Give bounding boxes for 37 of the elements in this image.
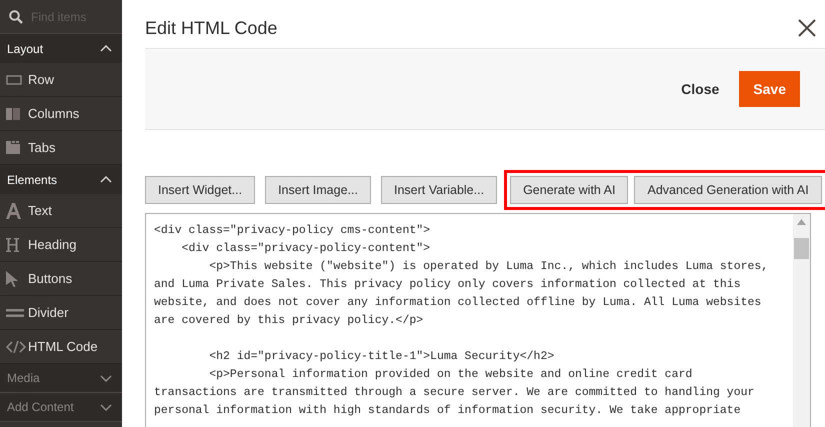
code-text: <div class="privacy-policy cms-content"> <div class="privacy-policy-content"> <p>This website ("website") is operated by Luma Inc., which includes Luma stores, and Luma Private Sales. This privacy policy only covers information collected at this website, and does not cover any information collected offline by Luma. All Luma websites are covered by this privacy policy.</p> <h2 id="privacy-policy-title-1">Luma Security</h2> <p>Personal information provided on the website and online credit card transactions are transmitted through a secure server. We are committed to handling your personal information with high standards of information security. We take appropriate bbox=[154, 223, 770, 419]
columns-icon bbox=[6, 108, 20, 120]
chevron-up-icon bbox=[100, 45, 112, 52]
scroll-thumb[interactable] bbox=[794, 238, 809, 259]
sidebar-item[interactable]: Columns bbox=[0, 97, 122, 131]
chevron-up-icon bbox=[100, 176, 112, 183]
code-icon bbox=[6, 340, 26, 352]
scroll-up-icon[interactable] bbox=[797, 219, 806, 225]
section-header[interactable]: Add Content bbox=[0, 393, 122, 422]
ai-button[interactable]: Advanced Generation with AI bbox=[634, 176, 822, 204]
sidebar-item[interactable]: Buttons bbox=[0, 262, 122, 296]
cursor-icon bbox=[6, 270, 18, 286]
insert-button[interactable]: Insert Image... bbox=[265, 176, 371, 204]
ai-button[interactable]: Generate with AI bbox=[510, 176, 628, 204]
chevron-down-icon bbox=[100, 374, 112, 382]
close-icon[interactable] bbox=[797, 18, 817, 38]
tabs-icon bbox=[6, 141, 20, 154]
letter-icon bbox=[6, 202, 21, 218]
divider-icon bbox=[6, 308, 24, 318]
insert-button[interactable]: Insert Widget... bbox=[145, 176, 256, 204]
heading-icon bbox=[6, 238, 19, 252]
sidebar-item[interactable]: Heading bbox=[0, 228, 122, 262]
chevron-down-icon bbox=[100, 404, 112, 410]
sidebar-item[interactable]: Row bbox=[0, 63, 122, 97]
section-header[interactable]: Media bbox=[0, 364, 122, 393]
search-icon bbox=[9, 10, 23, 24]
section-header[interactable]: Elements bbox=[0, 165, 122, 194]
dialog-title: Edit HTML Code bbox=[145, 16, 278, 40]
code-editor[interactable] bbox=[145, 213, 811, 427]
close-button[interactable]: Close bbox=[681, 78, 720, 100]
scrollbar[interactable] bbox=[793, 214, 810, 427]
section-header[interactable]: Layout bbox=[0, 34, 122, 63]
insert-button[interactable]: Insert Variable... bbox=[380, 176, 498, 204]
sidebar-item[interactable]: Text bbox=[0, 194, 122, 228]
save-button[interactable]: Save bbox=[739, 71, 800, 107]
sidebar-item[interactable]: Divider bbox=[0, 296, 122, 330]
rectangle-icon bbox=[6, 74, 22, 84]
